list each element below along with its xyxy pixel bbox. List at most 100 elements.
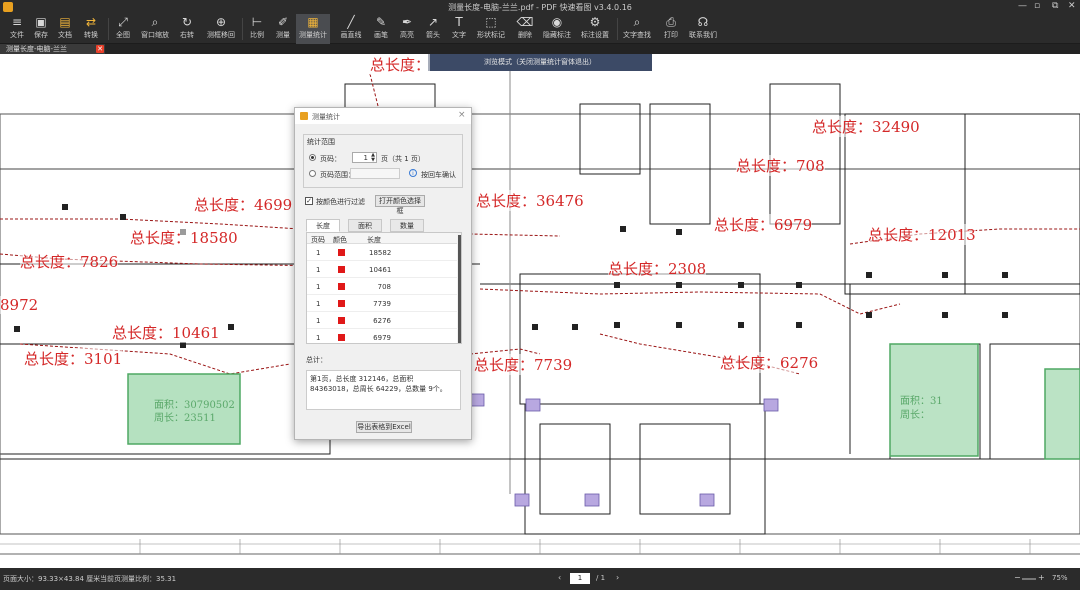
measure-stats-button[interactable]: ▦ 测量统计 bbox=[296, 14, 330, 44]
target-icon: ⊕ bbox=[215, 15, 227, 29]
export-excel-button[interactable]: 导出表格到Excel bbox=[356, 421, 412, 433]
dialog-title: 测量统计 bbox=[312, 113, 340, 121]
open-color-picker-button[interactable]: 打开颜色选择框 bbox=[375, 195, 425, 215]
measure-button[interactable]: ✐ 测量 bbox=[266, 14, 300, 44]
close-tab-icon[interactable]: ✕ bbox=[96, 45, 104, 53]
text-button[interactable]: T 文字 bbox=[442, 14, 476, 44]
color-swatch bbox=[338, 283, 345, 290]
color-swatch bbox=[338, 249, 345, 256]
close-dialog-button[interactable]: × bbox=[458, 110, 466, 120]
tab-length[interactable]: 长度 bbox=[306, 219, 340, 232]
drawing-canvas[interactable]: 浏览模式（关闭测量统计窗体退出） 总长度：4699 总长度：18580 总长度：… bbox=[0, 54, 1080, 568]
page-radio[interactable] bbox=[309, 154, 316, 161]
color-swatch bbox=[338, 317, 345, 324]
minimize-button[interactable]: — bbox=[1018, 1, 1027, 11]
browse-mode-banner[interactable]: 浏览模式（关闭测量统计窗体退出） bbox=[428, 54, 652, 71]
measure-stats-dialog: 测量统计 × 统计范围 页码： 1 ▲ ▼ 页（共 1 页） 页码范围： i 按回… bbox=[294, 107, 472, 440]
measure-icon: ✐ bbox=[277, 15, 289, 29]
stepper-arrows-icon[interactable]: ▲ ▼ bbox=[371, 153, 375, 163]
zoom-level-text[interactable]: 75% bbox=[1052, 574, 1068, 582]
length-mark: 总长度：36476 bbox=[476, 190, 584, 211]
shape-icon: ⬚ bbox=[485, 15, 497, 29]
info-icon: i bbox=[409, 169, 417, 177]
length-mark: 总长度：6979 bbox=[714, 214, 813, 235]
status-bar: 页面大小：93.33×43.84 厘米 当前页测量比例：35.31 ‹ 1 / … bbox=[0, 568, 1080, 590]
rotate-right-button[interactable]: ↻ 右转 bbox=[170, 14, 204, 44]
shape-mark-button[interactable]: ⬚ 形状标记 bbox=[474, 14, 508, 44]
area-mark: 面积：31 bbox=[900, 396, 943, 407]
convert-button[interactable]: ⇄ 转换 bbox=[74, 14, 108, 44]
search-icon: ⌕ bbox=[633, 15, 641, 29]
restore-button[interactable]: ▫ bbox=[1034, 1, 1040, 11]
document-tab-bar: 测量长度-电脑-兰兰 ✕ bbox=[0, 44, 1080, 54]
length-mark: 8972 bbox=[0, 296, 39, 314]
settings-icon: ⚙ bbox=[589, 15, 601, 29]
table-row[interactable]: 1 18582 bbox=[307, 244, 457, 261]
mark-settings-button[interactable]: ⚙ 标注设置 bbox=[578, 14, 612, 44]
length-table: 页码 颜色 长度 1 18582 1 10461 1 708 1 7739 1 … bbox=[306, 232, 462, 344]
maximize-button[interactable]: ⧉ bbox=[1052, 1, 1058, 11]
page-number-stepper[interactable]: 1 ▲ ▼ bbox=[352, 152, 377, 163]
window-zoom-button[interactable]: ⌕ 窗口缩放 bbox=[138, 14, 172, 44]
fit-all-button[interactable]: ⤢ 全图 bbox=[106, 14, 140, 44]
main-toolbar: ≡ 文件 ▣ 保存 ▤ 文档 ⇄ 转换 ⤢ 全图 ⌕ 窗口缩放 ↻ 右转 ⊕ 测框移回 ⊢ 比例 … bbox=[0, 14, 1080, 44]
table-row[interactable]: 1 6276 bbox=[307, 312, 457, 329]
page-range-input[interactable] bbox=[350, 168, 400, 179]
scrollbar-thumb[interactable] bbox=[458, 235, 461, 343]
tab-count[interactable]: 数量 bbox=[390, 219, 424, 232]
total-summary: 第1页，总长度 312146，总面积 84363018，总周长 64229，总数… bbox=[306, 370, 461, 410]
draw-line-button[interactable]: ╱ 画直线 bbox=[334, 14, 368, 44]
hide-marks-button[interactable]: ◉ 隐藏标注 bbox=[540, 14, 574, 44]
delete-button[interactable]: ⌫ 删除 bbox=[508, 14, 542, 44]
dialog-title-bar[interactable]: 测量统计 × bbox=[295, 108, 471, 124]
document-tab[interactable]: 测量长度-电脑-兰兰 ✕ bbox=[0, 44, 105, 54]
stats-tabs: 长度 面积 数量 bbox=[306, 219, 461, 232]
color-swatch bbox=[338, 300, 345, 307]
printer-icon: ⎙ bbox=[666, 15, 676, 29]
prev-page-icon[interactable]: ‹ bbox=[558, 573, 561, 582]
rotate-icon: ↻ bbox=[181, 15, 193, 29]
page-number-input[interactable]: 1 bbox=[570, 573, 590, 584]
length-mark: 总长度：18580 bbox=[130, 227, 238, 248]
length-mark: 总长度：12013 bbox=[868, 224, 976, 245]
length-mark: 总长度：6276 bbox=[720, 352, 819, 373]
eraser-icon: ⌫ bbox=[516, 15, 534, 29]
convert-icon: ⇄ bbox=[85, 15, 97, 29]
page-count-text: 页（共 1 页） bbox=[381, 155, 425, 163]
measure-frame-button[interactable]: ⊕ 测框移回 bbox=[204, 14, 238, 44]
zoom-slider[interactable] bbox=[1022, 578, 1036, 580]
zoom-in-icon[interactable]: + bbox=[1038, 573, 1045, 582]
contact-us-button[interactable]: ☊ 联系我们 bbox=[686, 14, 720, 44]
length-mark: 总长度：2308 bbox=[608, 258, 707, 279]
line-icon: ╱ bbox=[347, 15, 355, 29]
zoom-out-icon[interactable]: − bbox=[1014, 573, 1021, 582]
page-total-text: / 1 bbox=[596, 574, 606, 582]
app-logo-icon bbox=[300, 112, 308, 120]
length-mark: 总长度： bbox=[370, 54, 431, 75]
page-size-text: 页面大小：93.33×43.84 厘米 bbox=[3, 575, 101, 583]
enter-hint: 按回车确认 bbox=[421, 171, 456, 179]
print-button[interactable]: ⎙ 打印 bbox=[654, 14, 688, 44]
table-scrollbar[interactable] bbox=[457, 233, 461, 343]
color-filter-checkbox[interactable]: ✓ bbox=[305, 197, 313, 205]
headset-icon: ☊ bbox=[697, 15, 709, 29]
page-range-radio[interactable] bbox=[309, 170, 316, 177]
tab-area[interactable]: 面积 bbox=[348, 219, 382, 232]
table-row[interactable]: 1 7739 bbox=[307, 295, 457, 312]
length-mark: 总长度：7739 bbox=[474, 354, 573, 375]
expand-icon: ⤢ bbox=[118, 15, 128, 29]
perimeter-mark: 周长：23511 bbox=[154, 413, 216, 424]
length-mark: 总长度：10461 bbox=[112, 322, 220, 343]
document-tab-label: 测量长度-电脑-兰兰 bbox=[6, 45, 68, 53]
table-row[interactable]: 1 708 bbox=[307, 278, 457, 295]
table-row[interactable]: 1 10461 bbox=[307, 261, 457, 278]
total-label: 总计： bbox=[306, 356, 327, 364]
text-icon: T bbox=[455, 15, 463, 29]
next-page-icon[interactable]: › bbox=[616, 573, 619, 582]
close-window-button[interactable]: ✕ bbox=[1068, 1, 1076, 11]
zoom-icon: ⌕ bbox=[151, 15, 159, 29]
table-row[interactable]: 1 6979 bbox=[307, 329, 457, 343]
page-number-value: 1 bbox=[363, 154, 368, 162]
eye-icon: ◉ bbox=[551, 15, 563, 29]
text-search-button[interactable]: ⌕ 文字查找 bbox=[620, 14, 654, 44]
